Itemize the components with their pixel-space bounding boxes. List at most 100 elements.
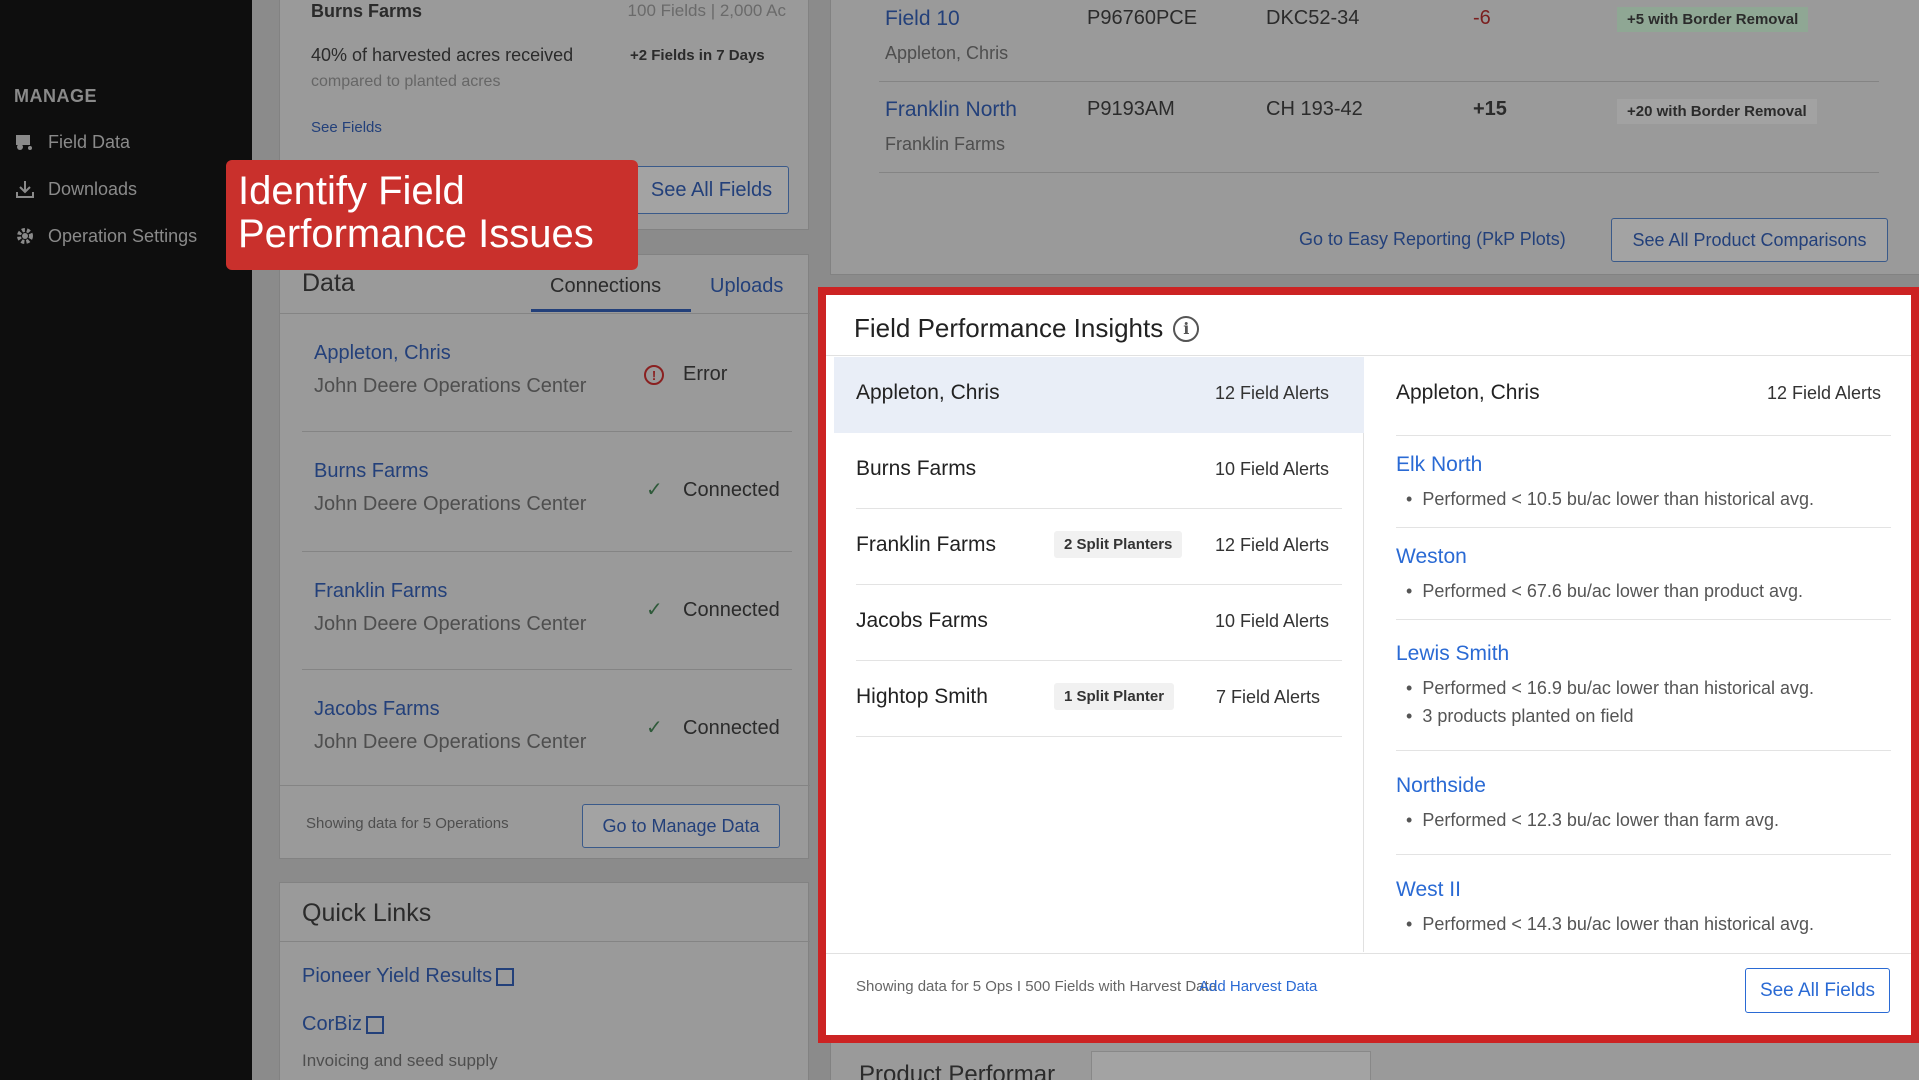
manage-data-button[interactable]: Go to Manage Data bbox=[582, 804, 780, 848]
field-link[interactable]: Field 10 bbox=[885, 7, 960, 31]
connection-status: Connected bbox=[683, 479, 780, 501]
data-footer-text: Showing data for 5 Operations bbox=[306, 815, 509, 832]
connection-source: John Deere Operations Center bbox=[314, 493, 587, 515]
error-icon: ! bbox=[644, 365, 664, 385]
sidebar-section-label: MANAGE bbox=[14, 86, 97, 106]
insights-footer-text: Showing data for 5 Ops I 500 Fields with… bbox=[856, 978, 1218, 995]
field-link[interactable]: Weston bbox=[1396, 545, 1467, 569]
detail-header: Appleton, Chris 12 Field Alerts bbox=[1396, 381, 1891, 405]
easy-reporting-link[interactable]: Go to Easy Reporting (PkP Plots) bbox=[1299, 229, 1566, 250]
connection-status: Connected bbox=[683, 717, 780, 739]
product-filter[interactable] bbox=[1091, 1051, 1371, 1080]
connection-source: John Deere Operations Center bbox=[314, 375, 587, 397]
field-link[interactable]: West II bbox=[1396, 878, 1461, 902]
field-link[interactable]: Franklin North bbox=[885, 98, 1017, 122]
operation-name: Appleton, Chris bbox=[856, 381, 1000, 404]
operation-row[interactable]: Appleton, Chris 12 Field Alerts bbox=[834, 357, 1364, 433]
sidebar-item-field-data[interactable]: Field Data bbox=[14, 131, 130, 153]
operation-alerts: 12 Field Alerts bbox=[1214, 535, 1329, 555]
external-link-icon bbox=[366, 1015, 385, 1034]
connection-name[interactable]: Franklin Farms bbox=[314, 580, 447, 603]
farm-name: Burns Farms bbox=[311, 1, 423, 21]
callout-banner: Identify Field Performance Issues bbox=[226, 160, 638, 270]
sidebar-item-operation-settings[interactable]: Operation Settings bbox=[14, 225, 197, 247]
connection-name[interactable]: Burns Farms bbox=[314, 460, 428, 483]
connection-source: John Deere Operations Center bbox=[314, 731, 587, 753]
corbiz-link[interactable]: CorBiz bbox=[302, 1013, 385, 1036]
field-link[interactable]: Northside bbox=[1396, 774, 1486, 798]
field-owner: Appleton, Chris bbox=[885, 43, 1009, 63]
add-harvest-data-link[interactable]: Add Harvest Data bbox=[1199, 978, 1317, 995]
check-icon: ✓ bbox=[646, 599, 663, 621]
border-removal-note: +20 with Border Removal bbox=[1617, 99, 1817, 124]
tab-connections[interactable]: Connections bbox=[550, 275, 661, 298]
check-icon: ✓ bbox=[646, 479, 663, 501]
sidebar-item-label: Downloads bbox=[48, 178, 138, 199]
field-performance-insights-panel: Field Performance Insights i Appleton, C… bbox=[826, 295, 1911, 1035]
check-icon: ✓ bbox=[646, 717, 663, 739]
connection-status: Error bbox=[683, 363, 728, 385]
operation-alerts: 12 Field Alerts bbox=[1214, 383, 1329, 403]
detail-operation-name: Appleton, Chris bbox=[1396, 381, 1540, 404]
product-comparison-card: Field 10 Appleton, Chris P96760PCE DKC52… bbox=[830, 0, 1919, 275]
split-planter-badge: 2 Split Planters bbox=[1054, 531, 1183, 558]
field-note: Performed < 67.6 bu/ac lower than produc… bbox=[1406, 581, 1803, 602]
callout-line-1: Identify Field bbox=[238, 169, 465, 213]
operations-list: Appleton, Chris 12 Field Alerts Burns Fa… bbox=[834, 357, 1364, 952]
border-removal-note: +5 with Border Removal bbox=[1617, 7, 1809, 32]
yield-diff: -6 bbox=[1473, 7, 1491, 29]
hybrid-code: CH 193-42 bbox=[1266, 98, 1363, 120]
farm-meta: 100 Fields | 2,000 Ac bbox=[627, 1, 786, 20]
product-code: P9193AM bbox=[1087, 98, 1175, 120]
sidebar-item-label: Operation Settings bbox=[48, 225, 198, 246]
callout-line-2: Performance Issues bbox=[238, 212, 594, 256]
field-link[interactable]: Lewis Smith bbox=[1396, 642, 1509, 666]
harvest-percent: 40% of harvested acres received bbox=[311, 45, 574, 65]
quick-links-card: Quick Links Pioneer Yield Results CorBiz… bbox=[279, 882, 810, 1080]
operation-row[interactable]: Jacobs Farms 10 Field Alerts bbox=[834, 585, 1364, 661]
tab-uploads[interactable]: Uploads bbox=[710, 275, 783, 298]
panel-title: Field Performance Insights bbox=[854, 313, 1164, 343]
sidebar-item-label: Field Data bbox=[48, 131, 131, 152]
see-fields-link[interactable]: See Fields bbox=[311, 119, 382, 136]
pioneer-yield-link[interactable]: Pioneer Yield Results bbox=[302, 965, 515, 988]
info-icon[interactable]: i bbox=[1173, 315, 1200, 342]
harvest-sub: compared to planted acres bbox=[311, 73, 501, 90]
product-performance-card: Product Performar bbox=[830, 1040, 1919, 1080]
tab-active-indicator bbox=[531, 309, 691, 312]
field-note: 3 products planted on field bbox=[1406, 706, 1633, 727]
see-all-comparisons-button[interactable]: See All Product Comparisons bbox=[1611, 218, 1888, 262]
see-all-fields-button-dim[interactable]: See All Fields bbox=[634, 166, 789, 214]
product-performance-title: Product Performar bbox=[859, 1061, 1056, 1080]
connection-name[interactable]: Jacobs Farms bbox=[314, 698, 440, 721]
operation-row[interactable]: Hightop Smith 1 Split Planter 7 Field Al… bbox=[834, 661, 1364, 737]
quick-links-title: Quick Links bbox=[302, 899, 432, 927]
hybrid-code: DKC52-34 bbox=[1266, 7, 1360, 29]
download-icon bbox=[14, 178, 36, 200]
data-card-title: Data bbox=[302, 269, 355, 297]
operation-name: Jacobs Farms bbox=[856, 609, 988, 632]
field-note: Performed < 10.5 bu/ac lower than histor… bbox=[1406, 489, 1814, 510]
operation-alerts: 10 Field Alerts bbox=[1214, 459, 1329, 479]
corbiz-description: Invoicing and seed supply bbox=[302, 1051, 498, 1070]
connection-source: John Deere Operations Center bbox=[314, 613, 587, 635]
operation-row[interactable]: Franklin Farms 2 Split Planters 12 Field… bbox=[834, 509, 1364, 585]
see-all-fields-button[interactable]: See All Fields bbox=[1745, 968, 1890, 1013]
yield-diff: +15 bbox=[1473, 98, 1507, 120]
gear-icon bbox=[14, 225, 36, 247]
field-note: Performed < 14.3 bu/ac lower than histor… bbox=[1406, 914, 1814, 935]
operation-row[interactable]: Burns Farms 10 Field Alerts bbox=[834, 433, 1364, 509]
panel-header: Field Performance Insights i bbox=[854, 313, 1200, 344]
connection-status: Connected bbox=[683, 599, 780, 621]
field-note: Performed < 16.9 bu/ac lower than histor… bbox=[1406, 678, 1814, 699]
operation-alerts: 7 Field Alerts bbox=[1215, 687, 1320, 707]
sidebar: MANAGE Field Data Downloads Operation Se… bbox=[0, 0, 252, 1080]
operation-name: Franklin Farms bbox=[856, 533, 997, 556]
connection-name[interactable]: Appleton, Chris bbox=[314, 342, 451, 365]
detail-alerts: 12 Field Alerts bbox=[1766, 383, 1881, 403]
data-card: Data Connections Uploads Appleton, Chris… bbox=[279, 254, 810, 859]
operation-name: Hightop Smith bbox=[856, 685, 988, 708]
field-link[interactable]: Elk North bbox=[1396, 453, 1482, 477]
tractor-icon bbox=[14, 131, 36, 153]
sidebar-item-downloads[interactable]: Downloads bbox=[14, 178, 137, 200]
